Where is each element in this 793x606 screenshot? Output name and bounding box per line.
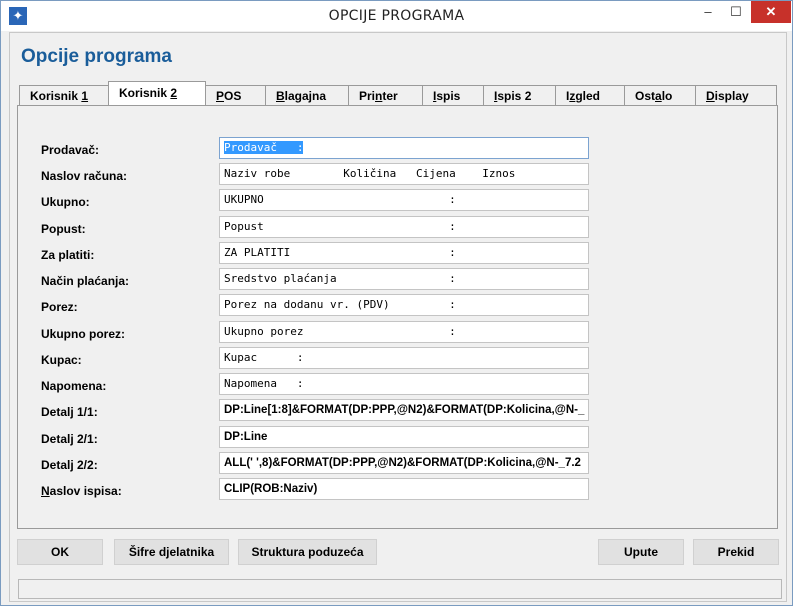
tab-label: lagajna (284, 89, 327, 103)
tab-label: spis (436, 89, 461, 103)
tab-korisnik-2[interactable]: Korisnik 2 (108, 81, 206, 105)
detalj-2-1-label: Detalj 2/1: (41, 432, 98, 446)
page-title: Opcije programa (21, 46, 172, 67)
naslov-ispisa-field[interactable]: CLIP(ROB:Naziv) (219, 478, 589, 500)
upute-button[interactable]: Upute (598, 539, 684, 565)
za-platiti-field[interactable]: ZA PLATITI : (219, 242, 589, 264)
napomena-label: Napomena: (41, 379, 107, 393)
tab-korisnik-1[interactable]: Korisnik 1 (19, 85, 109, 105)
kupac-field[interactable]: Kupac : (219, 347, 589, 369)
maximize-icon[interactable]: ☐ (722, 1, 750, 23)
tab-label-hotkey: a (655, 89, 662, 103)
tab-display[interactable]: Display (695, 85, 777, 105)
label-text: aslov ispisa: (49, 484, 122, 498)
struktura-poduzeca-button[interactable]: Struktura poduzeća (238, 539, 377, 565)
naslov-racuna-field[interactable]: Naziv robe Količina Cijena Iznos (219, 163, 589, 185)
tab-label: spis 2 (497, 89, 532, 103)
tab-label-hotkey: P (216, 89, 225, 103)
tab-label: Ost (635, 89, 656, 103)
detalj-1-1-label: Detalj 1/1: (41, 405, 98, 419)
tab-label-hotkey: D (706, 89, 715, 103)
tab-pos[interactable]: POS (205, 85, 266, 105)
selected-text: Prodavač : (224, 141, 304, 154)
dialog-content: Opcije programa Korisnik 1 Korisnik 2 PO… (9, 32, 787, 602)
title-bar: ✦ OPCIJE PROGRAMA – ☐ ✕ (1, 1, 792, 31)
porez-field[interactable]: Porez na dodanu vr. (PDV) : (219, 294, 589, 316)
naslov-ispisa-label: Naslov ispisa: (41, 484, 122, 498)
tab-label: Korisnik (119, 86, 171, 100)
popust-field[interactable]: Popust : (219, 216, 589, 238)
kupac-label: Kupac: (41, 353, 82, 367)
za-platiti-label: Za platiti: (41, 248, 95, 262)
tab-label-hotkey: B (276, 89, 285, 103)
tab-label: Pri (359, 89, 376, 103)
ukupno-field[interactable]: UKUPNO : (219, 189, 589, 211)
sifre-djelatnika-button[interactable]: Šifre djelatnika (114, 539, 229, 565)
detalj-2-1-field[interactable]: DP:Line (219, 426, 589, 448)
detalj-2-2-label: Detalj 2/2: (41, 458, 98, 472)
tab-label: gled (575, 89, 601, 103)
popust-label: Popust: (41, 222, 86, 236)
detalj-1-1-field[interactable]: DP:Line[1:8]&FORMAT(DP:PPP,@N2)&FORMAT(D… (219, 399, 589, 421)
ukupno-porez-label: Ukupno porez: (41, 327, 125, 341)
ok-button[interactable]: OK (17, 539, 103, 565)
tab-panel-korisnik-2: Prodavač: Prodavač : Naslov računa: Nazi… (17, 105, 778, 529)
nacin-placanja-label: Način plaćanja: (41, 274, 130, 288)
prekid-button[interactable]: Prekid (693, 539, 779, 565)
tab-label: Korisnik (30, 89, 82, 103)
label-hotkey: N (41, 484, 50, 498)
window-title: OPCIJE PROGRAMA (328, 8, 465, 24)
ukupno-porez-field[interactable]: Ukupno porez : (219, 321, 589, 343)
tab-label-hotkey: 1 (81, 89, 89, 103)
ukupno-label: Ukupno: (41, 195, 90, 209)
nacin-placanja-field[interactable]: Sredstvo plaćanja : (219, 268, 589, 290)
detalj-2-2-field[interactable]: ALL(' ',8)&FORMAT(DP:PPP,@N2)&FORMAT(DP:… (219, 452, 589, 474)
tab-blagajna[interactable]: Blagajna (265, 85, 349, 105)
tab-label-hotkey: 2 (170, 86, 178, 100)
prodavac-label: Prodavač: (41, 143, 100, 157)
tab-printer[interactable]: Printer (348, 85, 423, 105)
tab-ispis-2[interactable]: Ispis 2 (483, 85, 556, 105)
status-bar (18, 579, 782, 599)
minimize-icon[interactable]: – (694, 1, 722, 23)
tab-label: OS (224, 89, 242, 103)
tab-izgled[interactable]: Izgled (555, 85, 625, 105)
tab-label: isplay (714, 89, 749, 103)
tab-label: ter (382, 89, 398, 103)
tab-ispis[interactable]: Ispis (422, 85, 484, 105)
close-icon[interactable]: ✕ (751, 1, 791, 23)
tab-ostalo[interactable]: Ostalo (624, 85, 696, 105)
naslov-racuna-label: Naslov računa: (41, 169, 128, 183)
napomena-field[interactable]: Napomena : (219, 373, 589, 395)
tab-label: lo (661, 89, 673, 103)
options-window: ✦ OPCIJE PROGRAMA – ☐ ✕ Opcije programa … (0, 0, 793, 606)
prodavac-field[interactable]: Prodavač : (219, 137, 589, 159)
porez-label: Porez: (41, 300, 78, 314)
